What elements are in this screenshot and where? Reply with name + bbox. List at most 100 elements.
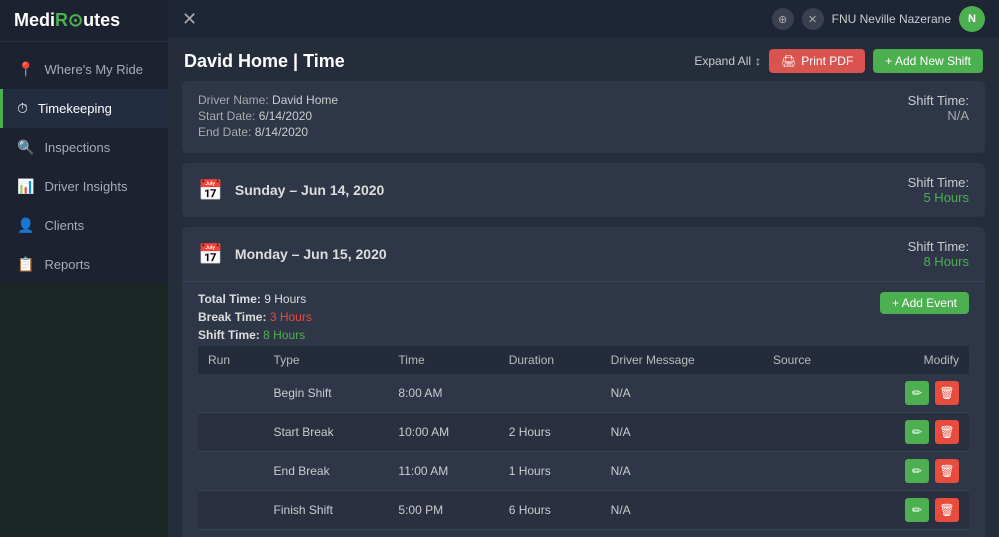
edit-button[interactable]: ✏: [905, 420, 929, 444]
page-header: David Home | Time Expand All ↕ 🖨 Print P…: [168, 39, 999, 81]
end-date-line: End Date: 8/14/2020: [198, 125, 338, 139]
print-pdf-label: Print PDF: [801, 54, 853, 68]
delete-button[interactable]: 🗑: [935, 498, 959, 522]
sidebar-item-label: Where's My Ride: [44, 62, 143, 77]
reports-icon: 📋: [17, 256, 34, 273]
table-row: End Break 11:00 AM 1 Hours N/A ✏ 🗑: [198, 452, 969, 491]
add-new-shift-button[interactable]: + Add New Shift: [873, 49, 983, 73]
sidebar-item-inspections[interactable]: 🔍 Inspections: [0, 128, 168, 167]
sidebar-item-driver-insights[interactable]: 📊 Driver Insights: [0, 167, 168, 206]
logo-text: MediR⊙utes: [14, 10, 154, 31]
total-time-label: Total Time:: [198, 292, 261, 306]
shift-time-label: Shift Time:: [198, 328, 260, 342]
driver-info-row: Driver Name: David Home Start Date: 6/14…: [198, 93, 969, 141]
day-card-sunday[interactable]: 📅 Sunday – Jun 14, 2020 Shift Time: 5 Ho…: [182, 163, 985, 217]
edit-button[interactable]: ✏: [905, 459, 929, 483]
shift-time-value: N/A: [947, 108, 969, 123]
edit-button[interactable]: ✏: [905, 498, 929, 522]
add-new-shift-label: + Add New Shift: [885, 54, 971, 68]
shift-time-value: 8 Hours: [923, 254, 969, 269]
col-duration: Duration: [499, 346, 601, 374]
sidebar-item-label: Driver Insights: [44, 179, 127, 194]
sidebar-item-reports[interactable]: 📋 Reports: [0, 245, 168, 284]
shift-time-info: Shift Time: N/A: [908, 93, 969, 123]
cell-time: 8:00 AM: [388, 374, 498, 413]
cell-driver-message: N/A: [601, 374, 763, 413]
monday-detail-panel: Total Time: 9 Hours Break Time: 3 Hours …: [182, 281, 985, 537]
cell-source: [763, 374, 854, 413]
table-row: Finish Shift 5:00 PM 6 Hours N/A ✏ 🗑: [198, 491, 969, 530]
topbar-right: ⊕ ✕ FNU Neville Nazerane N: [772, 6, 985, 32]
sidebar-navigation: 📍 Where's My Ride ⏱ Timekeeping 🔍 Inspec…: [0, 42, 168, 284]
map-background: [0, 284, 168, 537]
day-shift-time: Shift Time: 5 Hours: [908, 175, 969, 205]
delete-button[interactable]: 🗑: [935, 381, 959, 405]
expand-all-label: Expand All: [694, 54, 751, 68]
total-time-line: Total Time: 9 Hours: [198, 292, 312, 306]
clients-icon: 👤: [17, 217, 34, 234]
sidebar-item-label: Clients: [44, 218, 84, 233]
cell-driver-message: N/A: [601, 413, 763, 452]
start-date-label: Start Date:: [198, 109, 255, 123]
driver-info-card: Driver Name: David Home Start Date: 6/14…: [182, 81, 985, 153]
sidebar-item-label: Timekeeping: [38, 101, 112, 116]
close-button[interactable]: ✕: [182, 9, 197, 30]
driver-insights-icon: 📊: [17, 178, 34, 195]
sidebar: MediR⊙utes 📍 Where's My Ride ⏱ Timekeepi…: [0, 0, 168, 537]
delete-button[interactable]: 🗑: [935, 420, 959, 444]
driver-details: Driver Name: David Home Start Date: 6/14…: [198, 93, 338, 141]
cell-type: End Break: [264, 452, 389, 491]
cell-modify: ✏ 🗑: [854, 452, 970, 491]
day-card-left: 📅 Monday – Jun 15, 2020: [198, 242, 387, 267]
day-card-left: 📅 Sunday – Jun 14, 2020: [198, 178, 384, 203]
sidebar-item-label: Inspections: [44, 140, 110, 155]
cell-source: [763, 452, 854, 491]
add-event-button[interactable]: + Add Event: [880, 292, 969, 314]
col-type: Type: [264, 346, 389, 374]
cell-run: [198, 413, 264, 452]
content-area: Driver Name: David Home Start Date: 6/14…: [168, 81, 999, 537]
cell-modify: ✏ 🗑: [854, 413, 970, 452]
break-time-value: 3 Hours: [270, 310, 312, 324]
col-time: Time: [388, 346, 498, 374]
topbar: ✕ ⊕ ✕ FNU Neville Nazerane N: [168, 0, 999, 39]
location-icon: 📍: [17, 61, 34, 78]
print-pdf-button[interactable]: 🖨 Print PDF: [769, 49, 865, 73]
sidebar-item-clients[interactable]: 👤 Clients: [0, 206, 168, 245]
driver-name-line: Driver Name: David Home: [198, 93, 338, 107]
cell-run: [198, 491, 264, 530]
avatar[interactable]: N: [959, 6, 985, 32]
cell-type: Start Break: [264, 413, 389, 452]
shift-time-label: Shift Time:: [908, 239, 969, 254]
edit-button[interactable]: ✏: [905, 381, 929, 405]
cell-type: Begin Shift: [264, 374, 389, 413]
day-card-monday[interactable]: 📅 Monday – Jun 15, 2020 Shift Time: 8 Ho…: [182, 227, 985, 281]
settings-icon[interactable]: ✕: [802, 8, 824, 30]
break-time-label: Break Time:: [198, 310, 266, 324]
user-name: FNU Neville Nazerane: [832, 12, 951, 26]
table-row: Begin Shift 8:00 AM N/A ✏ 🗑: [198, 374, 969, 413]
calendar-icon: 📅: [198, 242, 223, 267]
summary-details: Total Time: 9 Hours Break Time: 3 Hours …: [198, 292, 312, 346]
print-icon: 🖨: [781, 54, 796, 68]
cell-duration: 6 Hours: [499, 491, 601, 530]
start-date-value: 6/14/2020: [259, 109, 312, 123]
sidebar-item-wheres-my-ride[interactable]: 📍 Where's My Ride: [0, 50, 168, 89]
col-modify: Modify: [854, 346, 970, 374]
header-row: Run Type Time Duration Driver Message So…: [198, 346, 969, 374]
day-label: Sunday – Jun 14, 2020: [235, 182, 384, 198]
col-driver-message: Driver Message: [601, 346, 763, 374]
delete-button[interactable]: 🗑: [935, 459, 959, 483]
add-event-action: + Add Event: [880, 292, 969, 314]
sidebar-item-timekeeping[interactable]: ⏱ Timekeeping: [0, 89, 168, 128]
cell-time: 5:00 PM: [388, 491, 498, 530]
events-table-header: Run Type Time Duration Driver Message So…: [198, 346, 969, 374]
cell-modify: ✏ 🗑: [854, 374, 970, 413]
expand-all-button[interactable]: Expand All ↕: [694, 54, 761, 68]
cell-run: [198, 452, 264, 491]
cell-modify: ✏ 🗑: [854, 491, 970, 530]
navigation-icon[interactable]: ⊕: [772, 8, 794, 30]
page-title: David Home | Time: [184, 51, 345, 72]
expand-icon: ↕: [755, 54, 761, 68]
col-source: Source: [763, 346, 854, 374]
